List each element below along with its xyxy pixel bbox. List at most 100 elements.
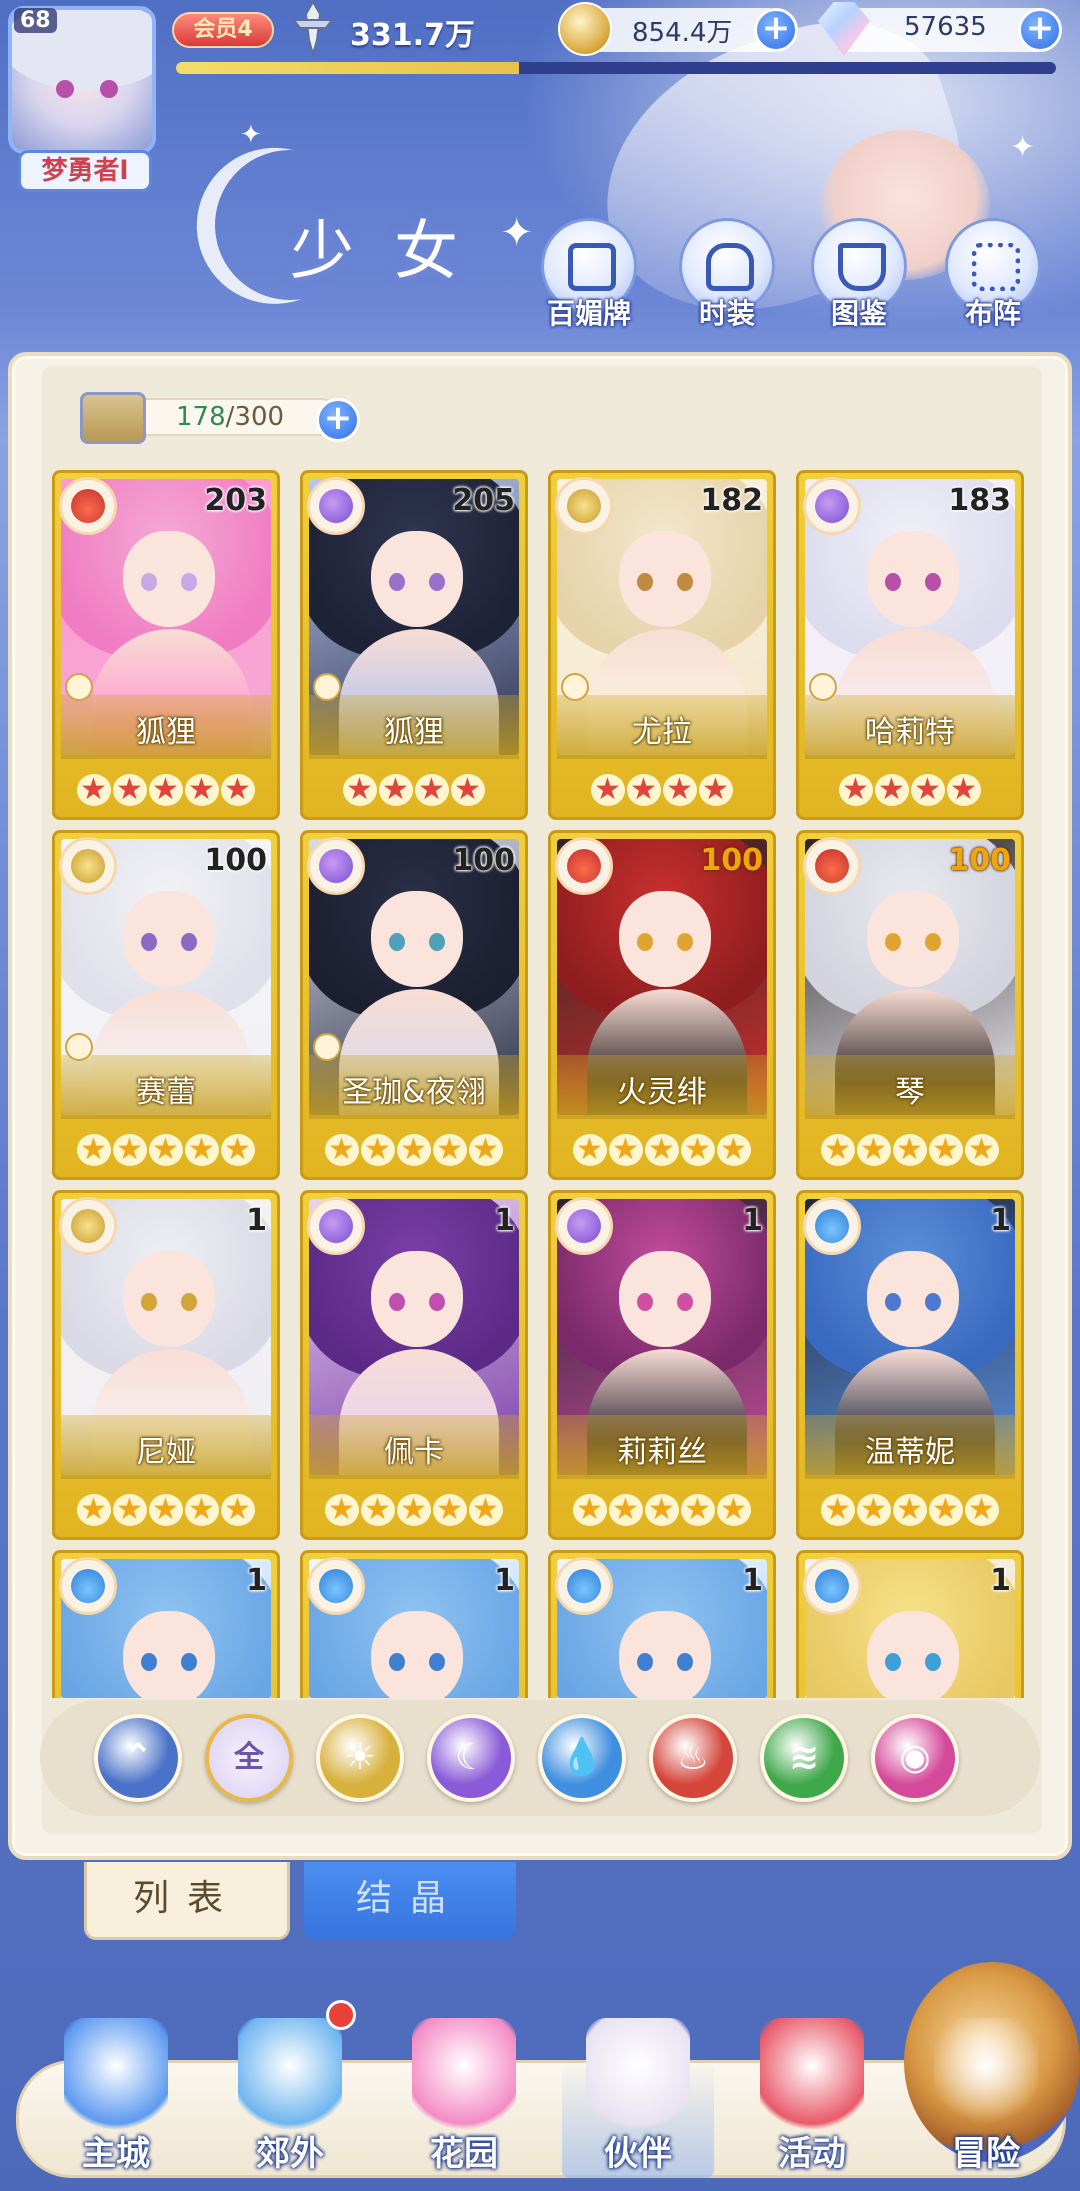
star-icon	[77, 1132, 111, 1167]
character-level: 100	[948, 843, 1011, 878]
star-icon	[469, 1132, 503, 1167]
character-level: 1	[990, 1203, 1011, 1238]
nav-adventure[interactable]: 冒险	[906, 2018, 1066, 2188]
star-icon	[893, 1132, 927, 1167]
star-icon	[875, 772, 909, 807]
costume-button[interactable]: 时装	[672, 218, 782, 354]
star-icon	[343, 772, 377, 807]
sun-element-icon	[59, 1197, 117, 1255]
character-card[interactable]: 100 火灵绯	[548, 830, 776, 1180]
filter-chaos-button[interactable]: ◉	[871, 1714, 959, 1802]
star-icon	[185, 772, 219, 807]
moon-element-icon	[307, 1197, 365, 1255]
character-card[interactable]: 1	[548, 1550, 776, 1698]
moon-element-icon	[307, 837, 365, 895]
tab-crystal[interactable]: 结晶	[304, 1862, 516, 1940]
character-name: 尼娅	[136, 1435, 196, 1470]
character-name: 琴	[895, 1075, 925, 1110]
character-grid[interactable]: 203 狐狸 205 狐狸 182 尤拉	[52, 470, 1032, 1698]
exp-bar	[176, 62, 1056, 74]
star-icon	[573, 1492, 607, 1527]
character-card[interactable]: 205 狐狸	[300, 470, 528, 820]
character-level: 1	[742, 1203, 763, 1238]
castle-icon	[64, 2018, 168, 2138]
character-level: 205	[452, 483, 515, 518]
star-rating	[303, 1491, 525, 1527]
character-card[interactable]: 100 赛蕾	[52, 830, 280, 1180]
character-card[interactable]: 100 琴	[796, 830, 1024, 1180]
fire-element-icon	[59, 477, 117, 535]
wind-element-icon: ≋	[788, 1737, 820, 1778]
character-card[interactable]: 1	[300, 1550, 528, 1698]
character-name: 尤拉	[632, 715, 692, 750]
star-icon	[663, 772, 697, 807]
gallery-button[interactable]: 图鉴	[804, 218, 914, 354]
character-name: 哈莉特	[865, 715, 955, 750]
star-icon	[573, 1132, 607, 1167]
character-level: 1	[494, 1203, 515, 1238]
filter-moon-button[interactable]: ☾	[427, 1714, 515, 1802]
player-name[interactable]: 梦勇者l	[18, 150, 152, 192]
bag-icon	[80, 392, 146, 444]
character-card[interactable]: 203 狐狸	[52, 470, 280, 820]
element-filter-bar: ⌃ 全 ☀ ☾ 💧 ♨ ≋ ◉	[40, 1700, 1040, 1816]
lock-icon	[65, 1033, 93, 1061]
character-card[interactable]: 100 圣珈&夜翎	[300, 830, 528, 1180]
nav-garden[interactable]: 花园	[384, 2018, 544, 2188]
add-gem-button[interactable]: +	[1018, 8, 1062, 52]
tab-list[interactable]: 列表	[84, 1862, 290, 1940]
combat-power: 331.7万	[350, 18, 475, 53]
card-deck-button[interactable]: 百媚牌	[534, 218, 644, 354]
star-icon	[185, 1132, 219, 1167]
water-element-icon	[803, 1557, 861, 1615]
star-rating	[799, 771, 1021, 807]
character-card[interactable]: 1 温蒂妮	[796, 1190, 1024, 1540]
filter-all-button[interactable]: 全	[205, 1714, 293, 1802]
character-card[interactable]: 1 尼娅	[52, 1190, 280, 1540]
filter-water-button[interactable]: 💧	[538, 1714, 626, 1802]
star-icon	[415, 772, 449, 807]
nav-events[interactable]: 活动	[732, 2018, 892, 2188]
star-icon	[839, 772, 873, 807]
notification-dot	[326, 2000, 356, 2030]
star-icon	[77, 1492, 111, 1527]
star-icon	[113, 1492, 147, 1527]
capacity-max: /300	[225, 402, 285, 432]
expand-capacity-button[interactable]: +	[316, 398, 360, 442]
character-name: 火灵绯	[617, 1075, 707, 1110]
filter-sun-button[interactable]: ☀	[316, 1714, 404, 1802]
star-rating	[55, 771, 277, 807]
character-card[interactable]: 1	[796, 1550, 1024, 1698]
nav-outskirts[interactable]: 郊外	[210, 2018, 370, 2188]
sparkle-icon: ✦	[240, 120, 262, 150]
star-icon	[929, 1132, 963, 1167]
star-rating	[551, 1491, 773, 1527]
vip-badge[interactable]: 会员4	[172, 12, 274, 48]
page-title: 少女	[290, 215, 498, 289]
power-sword-icon	[292, 0, 334, 56]
water-element-icon: 💧	[559, 1737, 605, 1778]
nav-partners[interactable]: 伙伴	[558, 2018, 718, 2188]
water-element-icon	[555, 1557, 613, 1615]
formation-button[interactable]: 布阵	[938, 218, 1048, 354]
sort-icon: ⌃	[122, 1737, 154, 1778]
character-card[interactable]: 183 哈莉特	[796, 470, 1024, 820]
character-card[interactable]: 1	[52, 1550, 280, 1698]
character-name: 圣珈&夜翎	[342, 1075, 486, 1110]
filter-wind-button[interactable]: ≋	[760, 1714, 848, 1802]
filter-sort-button[interactable]: ⌃	[94, 1714, 182, 1802]
character-card[interactable]: 1 莉莉丝	[548, 1190, 776, 1540]
character-card[interactable]: 182 尤拉	[548, 470, 776, 820]
star-rating	[55, 1131, 277, 1167]
star-icon	[821, 1132, 855, 1167]
star-icon	[893, 1492, 927, 1527]
character-card[interactable]: 1 佩卡	[300, 1190, 528, 1540]
star-rating	[551, 1131, 773, 1167]
star-icon	[379, 772, 413, 807]
sun-element-icon	[59, 837, 117, 895]
add-gold-button[interactable]: +	[754, 8, 798, 52]
lock-icon	[809, 673, 837, 701]
filter-fire-button[interactable]: ♨	[649, 1714, 737, 1802]
nav-main-city[interactable]: 主城	[36, 2018, 196, 2188]
star-icon	[397, 1132, 431, 1167]
